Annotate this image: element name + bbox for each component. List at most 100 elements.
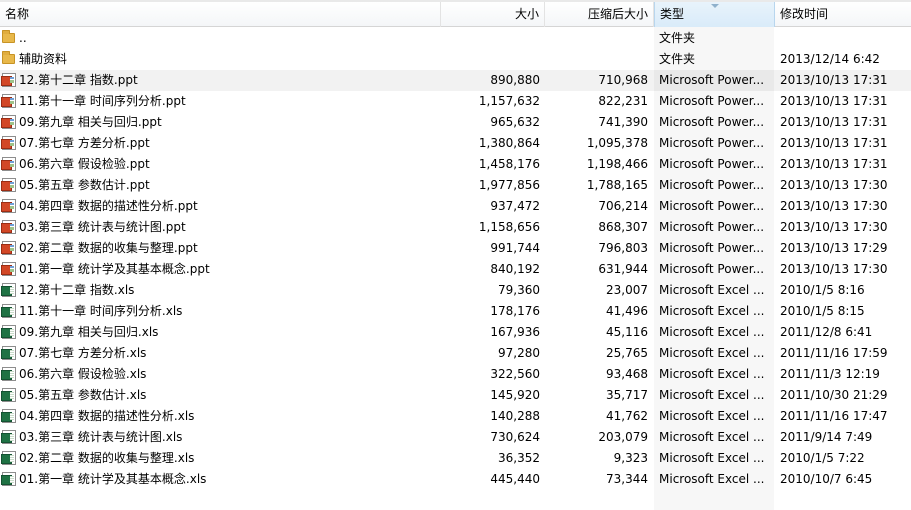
file-compressed-size: 1,788,165 xyxy=(586,178,648,192)
file-modified: 2010/10/7 6:45 xyxy=(780,472,873,486)
file-modified: 2011/11/16 17:59 xyxy=(780,346,888,360)
file-compressed-size: 203,079 xyxy=(598,430,648,444)
column-header-size[interactable]: 大小 xyxy=(441,2,545,27)
file-row[interactable]: 01.第一章 统计学及其基本概念.xls 445,440 73,344 Microso… xyxy=(0,469,911,490)
file-size: 445,440 xyxy=(490,472,540,486)
file-size: 1,157,632 xyxy=(478,94,540,108)
file-type: 文件夹 xyxy=(659,52,696,66)
file-compressed-size: 710,968 xyxy=(598,73,648,87)
file-modified: 2010/1/5 7:22 xyxy=(780,451,865,465)
file-modified: 2013/10/13 17:31 xyxy=(780,115,888,129)
column-header-type[interactable]: 类型 xyxy=(654,2,775,27)
file-row[interactable]: 06.第六章 假设检验.ppt 1,458,176 1,198,466 Microso… xyxy=(0,154,911,175)
file-compressed-size: 41,762 xyxy=(606,409,648,423)
file-row[interactable]: 辅助资料 文件夹 2013/12/14 6:42 xyxy=(0,49,911,70)
file-type: Microsoft Excel ... xyxy=(659,430,765,444)
file-compressed-size: 1,198,466 xyxy=(586,157,648,171)
file-type: Microsoft Excel ... xyxy=(659,409,765,423)
file-size: 937,472 xyxy=(490,199,540,213)
file-compressed-size xyxy=(548,49,648,70)
file-modified xyxy=(775,28,911,49)
file-row[interactable]: 12.第十二章 指数.xls 79,360 23,007 Microsoft Exce… xyxy=(0,280,911,301)
column-header-bar: 名称 大小 压缩后大小 类型 修改时间 xyxy=(0,0,911,27)
file-modified: 2013/10/13 17:31 xyxy=(780,157,888,171)
file-compressed-size: 73,344 xyxy=(606,472,648,486)
file-type: Microsoft Power... xyxy=(659,94,765,108)
file-size: 178,176 xyxy=(490,304,540,318)
file-size xyxy=(440,49,540,70)
file-row[interactable]: 04.第四章 数据的描述性分析.ppt 937,472 706,214 Microso… xyxy=(0,196,911,217)
file-compressed-size: 706,214 xyxy=(598,199,648,213)
file-type: Microsoft Power... xyxy=(654,70,774,91)
sort-arrow-icon xyxy=(711,4,719,8)
file-modified: 2013/10/13 17:31 xyxy=(780,73,888,87)
file-row[interactable]: 12.第十二章 指数.ppt 890,880 710,968 Microsoft Po… xyxy=(0,70,911,91)
file-modified: 2011/12/8 6:41 xyxy=(780,325,873,339)
file-type: Microsoft Excel ... xyxy=(659,304,765,318)
file-rows: .. 文件夹 辅助资料 文件夹 2013/12/14 6:42 12.第十二章 指数.pp… xyxy=(0,28,911,490)
file-type: Microsoft Power... xyxy=(659,220,765,234)
file-row[interactable]: 06.第六章 假设检验.xls 322,560 93,468 Microsoft Ex… xyxy=(0,364,911,385)
file-modified: 2013/10/13 17:30 xyxy=(780,262,888,276)
file-row[interactable]: .. 文件夹 xyxy=(0,28,911,49)
file-row[interactable]: 09.第九章 相关与回归.xls 167,936 45,116 Microsoft E… xyxy=(0,322,911,343)
file-compressed-size: 631,944 xyxy=(598,262,648,276)
file-size: 167,936 xyxy=(490,325,540,339)
file-row[interactable]: 09.第九章 相关与回归.ppt 965,632 741,390 Microsoft … xyxy=(0,112,911,133)
file-type: Microsoft Excel ... xyxy=(659,388,765,402)
file-compressed-size: 41,496 xyxy=(606,304,648,318)
file-modified: 2011/11/16 17:47 xyxy=(780,409,888,423)
file-compressed-size: 45,116 xyxy=(606,325,648,339)
file-row[interactable]: 03.第三章 统计表与统计图.ppt 1,158,656 868,307 Micros… xyxy=(0,217,911,238)
file-row[interactable]: 07.第七章 方差分析.xls 97,280 25,765 Microsoft Exc… xyxy=(0,343,911,364)
file-size: 322,560 xyxy=(490,367,540,381)
column-header-modified[interactable]: 修改时间 xyxy=(775,2,911,27)
file-modified: 2011/11/3 12:19 xyxy=(780,367,880,381)
file-size: 1,380,864 xyxy=(478,136,540,150)
file-row[interactable]: 02.第二章 数据的收集与整理.xls 36,352 9,323 Microsoft … xyxy=(0,448,911,469)
file-size: 890,880 xyxy=(490,73,540,87)
file-type: Microsoft Excel ... xyxy=(659,346,765,360)
file-row[interactable]: 03.第三章 统计表与统计图.xls 730,624 203,079 Microsof… xyxy=(0,427,911,448)
file-compressed-size: 822,231 xyxy=(598,94,648,108)
file-size: 730,624 xyxy=(490,430,540,444)
file-list-view: 名称 大小 压缩后大小 类型 修改时间 .. 文件夹 辅助资料 文件夹 2013/12/… xyxy=(0,0,911,510)
column-header-compressed-size[interactable]: 压缩后大小 xyxy=(545,2,654,27)
file-row[interactable]: 11.第十一章 时间序列分析.xls 178,176 41,496 Microsoft… xyxy=(0,301,911,322)
file-type: 文件夹 xyxy=(659,31,696,45)
column-header-type-label: 类型 xyxy=(660,7,685,21)
file-modified: 2011/10/30 21:29 xyxy=(780,388,888,402)
file-type: Microsoft Excel ... xyxy=(659,472,765,486)
file-row[interactable]: 05.第五章 参数估计.ppt 1,977,856 1,788,165 Microso… xyxy=(0,175,911,196)
file-compressed-size xyxy=(548,28,648,49)
file-type: Microsoft Power... xyxy=(659,262,765,276)
file-compressed-size: 23,007 xyxy=(606,283,648,297)
file-size: 97,280 xyxy=(498,346,540,360)
file-row[interactable]: 11.第十一章 时间序列分析.ppt 1,157,632 822,231 Micros… xyxy=(0,91,911,112)
file-row[interactable]: 02.第二章 数据的收集与整理.ppt 991,744 796,803 Microso… xyxy=(0,238,911,259)
file-row[interactable]: 01.第一章 统计学及其基本概念.ppt 840,192 631,944 Micros… xyxy=(0,259,911,280)
file-size: 140,288 xyxy=(490,409,540,423)
column-header-name[interactable]: 名称 xyxy=(0,2,441,27)
file-size: 965,632 xyxy=(490,115,540,129)
file-size: 1,977,856 xyxy=(478,178,540,192)
file-type: Microsoft Power... xyxy=(659,136,765,150)
file-modified: 2013/10/13 17:31 xyxy=(780,136,888,150)
file-modified: 2013/10/13 17:30 xyxy=(780,178,888,192)
file-type: Microsoft Excel ... xyxy=(659,283,765,297)
file-modified: 2013/10/13 17:30 xyxy=(780,220,888,234)
file-type: Microsoft Power... xyxy=(659,157,765,171)
file-row[interactable]: 04.第四章 数据的描述性分析.xls 140,288 41,762 Microsof… xyxy=(0,406,911,427)
file-compressed-size: 9,323 xyxy=(613,451,648,465)
file-type: Microsoft Excel ... xyxy=(659,451,765,465)
file-row[interactable]: 05.第五章 参数估计.xls 145,920 35,717 Microsoft Ex… xyxy=(0,385,911,406)
file-compressed-size: 741,390 xyxy=(598,115,648,129)
file-size: 991,744 xyxy=(490,241,540,255)
file-size: 1,458,176 xyxy=(478,157,540,171)
file-size: 840,192 xyxy=(490,262,540,276)
file-modified: 2013/10/13 17:30 xyxy=(780,199,888,213)
file-row[interactable]: 07.第七章 方差分析.ppt 1,380,864 1,095,378 Microso… xyxy=(0,133,911,154)
file-size: 145,920 xyxy=(490,388,540,402)
file-compressed-size: 35,717 xyxy=(606,388,648,402)
file-type: Microsoft Excel ... xyxy=(659,325,765,339)
